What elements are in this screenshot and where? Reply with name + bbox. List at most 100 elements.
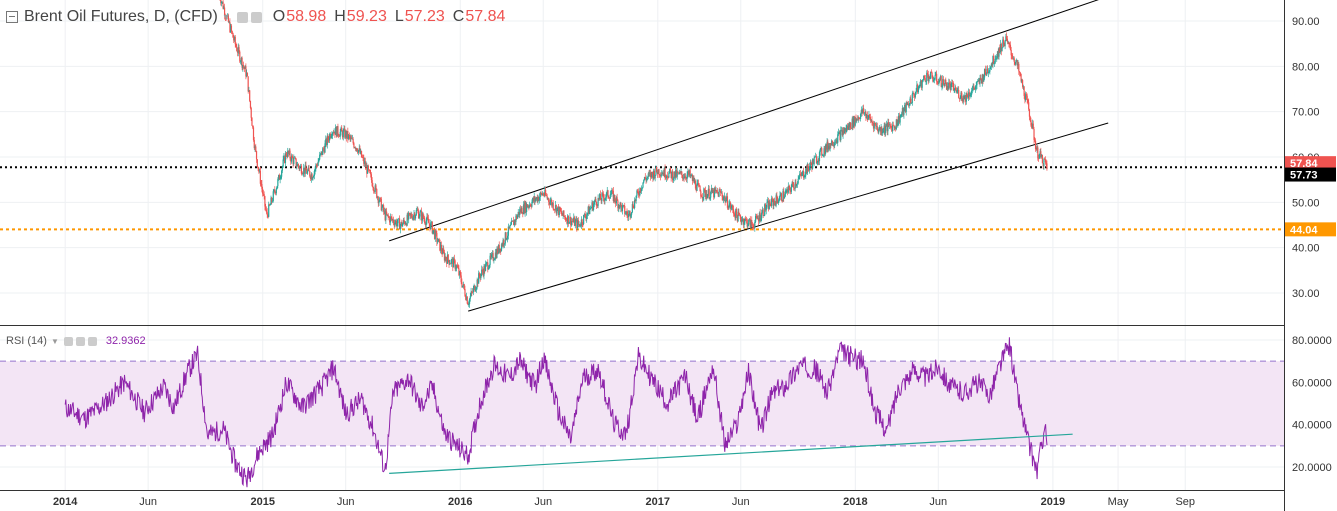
candle-body <box>669 168 671 172</box>
candle-body <box>275 189 277 194</box>
candle-body <box>397 218 399 224</box>
candle-body <box>677 171 679 173</box>
close-icon[interactable] <box>87 336 97 346</box>
candle-body <box>1018 63 1020 72</box>
candle-body <box>428 222 430 225</box>
candle-body <box>255 151 258 160</box>
price-legend: Brent Oil Futures, D, (CFD) ▼ O 58.98 H 59… <box>6 8 505 26</box>
candle-body <box>780 193 783 201</box>
eye-icon[interactable] <box>63 336 73 346</box>
candle-body <box>419 212 421 217</box>
candle-body <box>552 202 554 210</box>
candle-body <box>735 209 738 216</box>
candle-body <box>1046 163 1048 170</box>
price-tick-label: 30.00 <box>1292 288 1320 300</box>
candle-body <box>367 165 369 170</box>
rsi-tick-label: 60.0000 <box>1292 377 1332 389</box>
chevron-down-icon[interactable]: ▼ <box>222 12 231 22</box>
collapse-icon[interactable] <box>6 11 18 23</box>
candle-body <box>256 159 258 167</box>
candle-body <box>563 210 565 217</box>
candle-body <box>973 86 975 88</box>
candle-body <box>230 25 233 32</box>
chart-title: Brent Oil Futures, D, (CFD) <box>24 8 218 25</box>
low-value: 57.23 <box>404 8 445 25</box>
time-tick-label: Jun <box>337 496 355 508</box>
channel-line-1 <box>388 0 1099 242</box>
eye-icon[interactable] <box>236 11 248 23</box>
high-value: 59.23 <box>346 8 387 25</box>
time-tick-label: 2016 <box>448 496 472 508</box>
candle-body <box>375 185 377 189</box>
candle-body <box>250 107 252 118</box>
rsi-band <box>0 361 1284 446</box>
candle-body <box>1028 109 1031 117</box>
candle-body <box>438 238 440 240</box>
time-tick-label: 2018 <box>843 496 867 508</box>
candle-body <box>1013 58 1015 62</box>
chart-canvas[interactable]: 90.0080.0070.0060.0050.0040.0030.0080.00… <box>0 0 1337 511</box>
candle-body <box>958 89 960 98</box>
candle-body <box>945 79 947 83</box>
candle-body <box>936 73 938 82</box>
candle-body <box>251 117 253 126</box>
candle-body <box>1028 102 1030 110</box>
candle-body <box>1004 40 1006 47</box>
time-tick-label: 2015 <box>250 496 274 508</box>
time-tick-label: 2019 <box>1041 496 1065 508</box>
price-plot <box>0 0 1284 312</box>
price-tick-label: 80.00 <box>1292 61 1320 73</box>
candle-body <box>793 184 795 188</box>
gear-icon[interactable] <box>75 336 85 346</box>
candle-body <box>850 122 852 129</box>
candle-body <box>510 224 512 226</box>
price-tick-label: 90.00 <box>1292 16 1320 28</box>
candle-body <box>342 130 344 138</box>
candle-body <box>620 202 622 206</box>
candle-body <box>911 93 913 103</box>
close-value: 57.84 <box>465 8 506 25</box>
price-tick-label: 70.00 <box>1292 107 1320 119</box>
candle-body <box>1043 159 1045 167</box>
candle-body <box>921 81 923 88</box>
channel-line-2 <box>468 122 1109 312</box>
gear-icon[interactable] <box>250 11 262 23</box>
rsi-title: RSI (14) <box>6 335 47 347</box>
candle-body <box>790 187 792 192</box>
candle-body <box>797 178 799 184</box>
candle-body <box>246 72 249 77</box>
candle-body <box>813 157 815 165</box>
price-tick-label: 40.00 <box>1292 243 1320 255</box>
chevron-down-icon[interactable]: ▼ <box>51 337 59 346</box>
time-tick-label: May <box>1108 496 1129 508</box>
level-price-tag: 57.73 <box>1290 170 1318 182</box>
time-tick-label: 2014 <box>53 496 78 508</box>
candle-body <box>415 210 417 216</box>
candle-body <box>337 126 339 135</box>
low-label: L <box>394 8 404 25</box>
candle-body <box>681 171 683 176</box>
candle-body <box>891 125 894 132</box>
candle-body <box>595 198 597 202</box>
rsi-tick-label: 20.0000 <box>1292 462 1332 474</box>
candle-body <box>934 75 936 80</box>
time-tick-label: Jun <box>929 496 947 508</box>
time-tick-label: Jun <box>534 496 552 508</box>
high-label: H <box>334 8 346 25</box>
rsi-value: 32.9362 <box>105 335 146 347</box>
candle-body <box>447 254 449 261</box>
candle-body <box>272 191 274 201</box>
time-tick-label: 2017 <box>646 496 670 508</box>
candle-body <box>293 158 295 164</box>
candle-body <box>762 209 764 216</box>
time-tick-label: Jun <box>139 496 157 508</box>
time-tick-label: Sep <box>1175 496 1195 508</box>
candle-body <box>255 146 257 152</box>
rsi-tick-label: 40.0000 <box>1292 420 1332 432</box>
candle-body <box>885 126 887 133</box>
rsi-legend: RSI (14) ▼ 32.9362 <box>6 335 146 347</box>
close-label: C <box>452 8 465 25</box>
candle-body <box>249 90 251 101</box>
candle-body <box>263 193 265 197</box>
candle-body <box>308 167 310 172</box>
